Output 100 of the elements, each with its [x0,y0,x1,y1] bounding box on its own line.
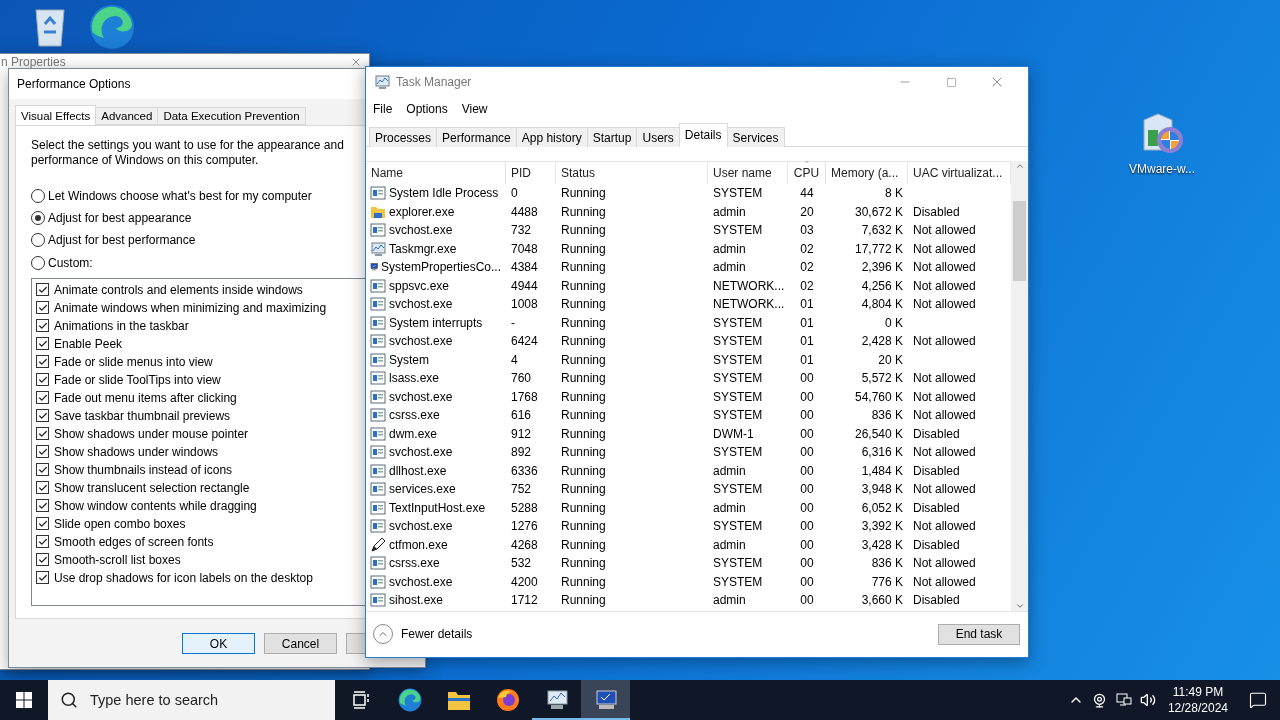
window-title: n Properties [1,55,66,69]
checkbox-label[interactable]: Fade out menu items after clicking [54,390,237,405]
scroll-thumb[interactable] [1013,201,1026,281]
button[interactable] [346,633,366,654]
desktop-icon-label[interactable]: VMware-w... [1129,162,1195,176]
table-cell-text: 30,672 K [853,203,904,221]
table-cell-text: 1008 [510,296,539,314]
column-header[interactable]: Status [556,162,708,184]
tab[interactable]: Visual Effects [15,105,97,125]
dialog-button[interactable]: Cancel [264,633,337,654]
process-name: services.exe [389,482,456,497]
checkbox-label[interactable]: Fade or slide ToolTips into view [54,372,221,387]
checkbox[interactable] [36,373,49,387]
radio-label[interactable]: Adjust for best performance [48,233,196,248]
speaker-icon[interactable] [1139,692,1156,708]
network-icon[interactable] [1115,692,1132,708]
checkbox[interactable] [36,427,49,441]
fewer-details-button[interactable]: Fewer details [373,624,473,644]
menu-item[interactable]: File [373,102,393,116]
checkbox-label[interactable]: Smooth-scroll list boxes [54,552,181,567]
column-header[interactable]: PID [506,162,556,184]
checkbox[interactable] [36,301,49,315]
checkbox[interactable] [36,517,49,531]
tab[interactable]: Users [636,127,680,147]
checkbox[interactable] [36,463,49,477]
radio-button[interactable] [31,255,45,270]
checkbox[interactable] [36,409,49,423]
table-cell-text: Running [560,573,607,591]
checkbox-label[interactable]: Animate windows when minimizing and maximizing [54,300,327,315]
checkbox-label[interactable]: Show translucent selection rectangle [54,480,250,495]
table-cell-text: 752 [510,481,533,499]
checkbox-label[interactable]: Show shadows under windows [54,444,219,459]
column-header[interactable]: User name [708,162,788,184]
checkbox-label[interactable]: Smooth edges of screen fonts [54,534,214,549]
tab[interactable]: Services [726,127,785,147]
tab[interactable]: Startup [586,127,638,147]
table-cell-text: DWM-1 [712,425,755,443]
checkbox-label[interactable]: Show shadows under mouse pointer [54,426,249,441]
table-cell-text: Disabled [912,592,961,610]
tab[interactable]: App history [515,127,588,147]
table-cell-text: 3,660 K [860,592,904,610]
menu-item[interactable]: View [461,102,488,116]
table-cell-text: 1276 [510,518,539,536]
radio-label[interactable]: Let Windows choose what's best for my computer [48,189,312,204]
checkbox-label[interactable]: Use drop shadows for icon labels on the desktop [54,570,313,585]
table-cell-text: 00 [799,370,815,388]
tab[interactable]: Performance [436,127,517,147]
checkbox-label[interactable]: Show window contents while dragging [54,498,257,513]
search-field[interactable]: Type here to search [48,680,335,720]
checkbox-label[interactable]: Save taskbar thumbnail previews [54,408,231,423]
radio-button[interactable] [31,233,45,248]
table-cell-text: Running [560,203,607,221]
checkbox-label[interactable]: Show thumbnails instead of icons [54,462,233,477]
dialog-button[interactable]: OK [182,633,255,654]
table-cell-text: Running [560,388,607,406]
checkbox[interactable] [36,571,49,585]
table-cell-text: Disabled [912,536,961,554]
checkbox[interactable] [36,481,49,495]
table-cell-text: Running [560,259,607,277]
checkbox[interactable] [36,355,49,369]
checkbox-label[interactable]: Enable Peek [54,336,123,351]
checkbox-label[interactable]: Fade or slide menus into view [54,354,213,369]
table-cell-text: 00 [799,518,815,536]
window-icon [370,351,386,368]
webcam-icon[interactable] [1092,692,1108,708]
notification-icon[interactable] [1249,691,1267,709]
tab[interactable]: Details [678,123,728,147]
tab[interactable]: Data Execution Prevention [157,107,306,125]
checkbox[interactable] [36,445,49,459]
checkbox-label[interactable]: Animate controls and elements inside windows [54,282,303,297]
clock[interactable]: 11:49 PM 12/28/2024 [1159,684,1236,716]
table-cell-text: 6424 [510,333,539,351]
edge-icon[interactable] [87,2,137,52]
pen-icon [370,536,386,553]
end-task-button[interactable]: End task [938,623,1020,645]
checkbox[interactable] [36,535,49,549]
column-header[interactable]: Memory (a... [826,162,908,184]
checkbox[interactable] [36,499,49,513]
checkbox[interactable] [36,283,49,297]
scrollbar[interactable] [1011,161,1028,611]
checkbox-label[interactable]: Slide open combo boxes [54,516,186,531]
radio-button[interactable] [31,189,45,204]
table-cell-text: SYSTEM [712,573,764,591]
column-header[interactable]: CPU [788,162,826,184]
tab[interactable]: Advanced [95,107,159,125]
radio-label[interactable]: Custom: [48,255,93,270]
window-icon [370,518,386,535]
checkbox[interactable] [36,553,49,567]
checkbox[interactable] [36,337,49,351]
checkbox[interactable] [36,391,49,405]
radio-label[interactable]: Adjust for best appearance [48,211,192,226]
window-icon [370,277,386,294]
checkbox-label[interactable]: Animations in the taskbar [54,318,189,333]
menu-item[interactable]: Options [406,102,448,116]
tab[interactable]: Processes [369,127,438,147]
table-cell-text: SYSTEM [712,351,764,369]
window-icon [370,333,386,350]
radio-button[interactable] [31,211,45,226]
checkbox[interactable] [36,319,49,333]
column-header[interactable]: Name [366,162,506,184]
